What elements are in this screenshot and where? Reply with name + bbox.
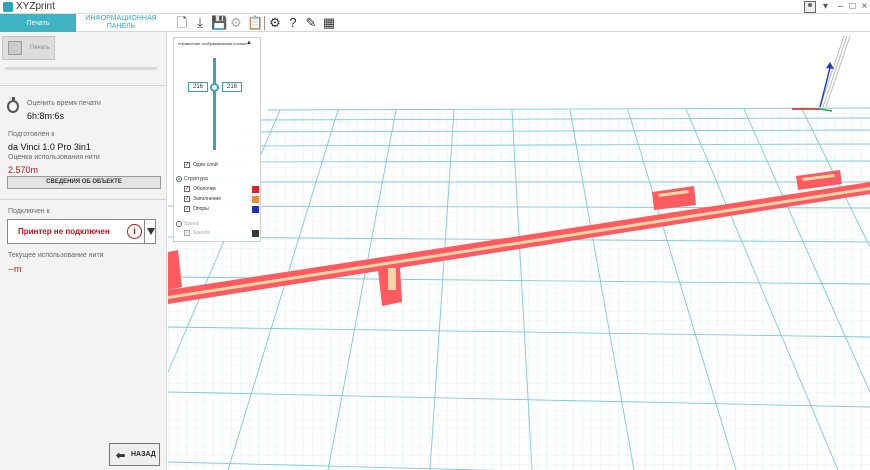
back-arrow-icon: ⬅ [116,450,126,462]
supports-color-swatch [252,206,259,213]
shells-checkbox[interactable]: ✓ [184,186,190,192]
filament-estimate-label: Оценка использования нити [8,154,100,161]
layer-panel-title: Управление отображаемыми слоями [178,41,247,46]
stats-icon[interactable]: ▦ [322,15,336,30]
settings-icon[interactable]: ⚙ [268,15,282,30]
infill-label: Заполнение [193,196,221,202]
prepared-for-value: da Vinci 1.0 Pro 3in1 [8,142,91,152]
info-icon[interactable]: i [127,224,142,239]
title-bar: XYZprint ▾ – □ × [0,0,870,14]
3d-viewport[interactable] [168,32,870,470]
edit-icon[interactable]: ✎ [304,15,318,30]
sky [168,32,870,112]
user-avatar-icon[interactable] [804,1,816,13]
single-layer-label: Один слой [193,162,218,168]
user-menu-chevron-icon[interactable]: ▾ [819,1,832,13]
layer-control-panel: Управление отображаемыми слоями ▲ 216 21… [173,37,261,242]
structure-radio[interactable] [176,176,182,182]
prepared-for-label: Подготовлен к [8,131,55,138]
collapse-icon[interactable]: ▲ [246,40,252,46]
tab-info-panel[interactable]: ИНФОРМАЦИОННАЯ ПАНЕЛЬ [76,14,166,32]
print-button-label: Печать [30,45,50,51]
speed-label: Speed [184,221,199,227]
layer-slider-handle[interactable] [210,83,219,92]
toolbar: Печать ИНФОРМАЦИОННАЯ ПАНЕЛЬ 🗋 ⤓ 💾 ⚙ 📋 ⚙… [0,14,870,32]
shells-label: Оболочки [193,186,216,192]
select-divider [144,220,145,243]
divider [0,199,167,200]
import-icon[interactable]: ⤓ [193,15,207,30]
infill-checkbox[interactable]: ✓ [184,196,190,202]
divider [0,85,167,86]
structure-label: Структура [184,176,208,182]
speed-radio[interactable] [176,221,182,227]
sidebar: Печать Оценить время печати 6h:8m:6s Под… [0,32,167,470]
viewport-scene[interactable] [168,32,870,470]
speeds-checkbox[interactable]: ✓ [184,230,190,236]
printer-status-text: Принтер не подключен [18,227,110,236]
connected-to-label: Подключен к [8,208,50,215]
supports-checkbox[interactable]: ✓ [184,206,190,212]
current-filament-label: Текущее использование нити [8,252,104,259]
app-logo-icon [3,2,13,12]
speeds-color-swatch [252,230,259,237]
print-time-label: Оценить время печати [27,100,101,107]
layer-slider-track[interactable] [213,58,216,150]
help-icon[interactable]: ? [286,15,300,30]
clipboard-icon[interactable]: 📋 [247,15,263,30]
new-file-icon[interactable]: 🗋 [175,15,189,30]
dropdown-arrow-icon[interactable] [147,228,155,235]
tab-print[interactable]: Печать [0,14,76,32]
back-button-label: НАЗАД [131,451,156,458]
layer-to-input[interactable]: 216 [222,82,242,92]
toolbar-divider [264,16,265,30]
current-filament-value: --m [8,264,22,274]
stopwatch-icon [7,97,19,113]
printer-select[interactable]: Принтер не подключен i [7,219,156,244]
print-time-value: 6h:8m:6s [27,111,65,121]
infill-color-swatch [252,196,259,203]
print-progress-bar [5,67,157,70]
object-info-button[interactable]: СВЕДЕНИЯ ОБ ОБЪЕКТЕ [7,176,161,189]
layer-from-input[interactable]: 216 [188,82,208,92]
convert-icon[interactable]: ⚙ [229,15,243,30]
filament-estimate-value: 2.570m [8,165,39,175]
printer-icon [8,41,22,55]
shells-color-swatch [252,186,259,193]
back-button[interactable]: ⬅ НАЗАД [109,443,160,466]
window-title: XYZprint [16,1,55,12]
supports-label: Опоры [193,206,209,212]
save-icon[interactable]: 💾 [211,15,227,30]
print-button[interactable]: Печать [2,36,55,60]
single-layer-checkbox[interactable]: ✓ [184,162,190,168]
speeds-label: Speeds [193,230,210,236]
close-button[interactable]: × [858,1,870,13]
